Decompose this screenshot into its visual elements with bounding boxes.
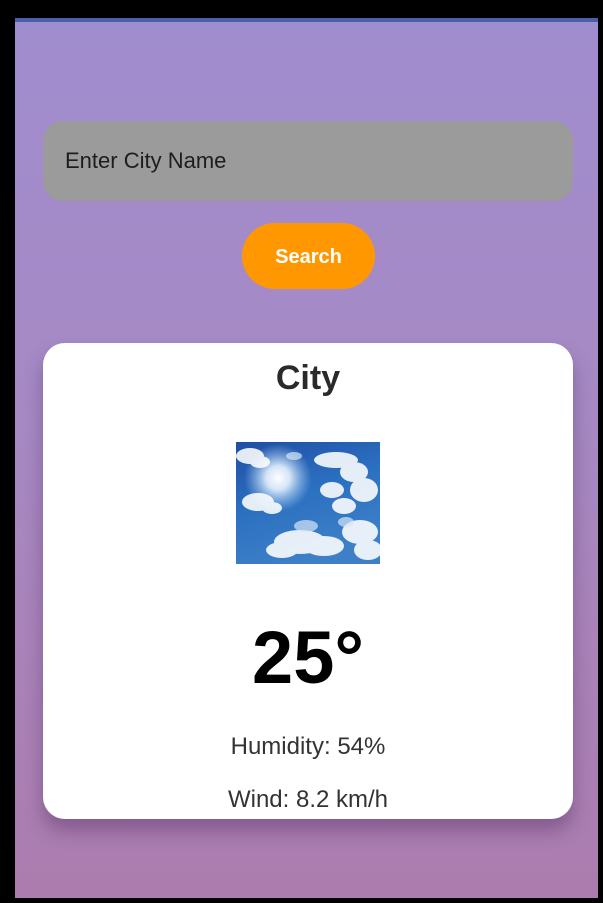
sunny-sky-image	[236, 442, 380, 564]
app-screen: Search City	[15, 18, 598, 898]
temperature-value: 25°	[252, 616, 364, 699]
humidity-text: Humidity: 54%	[230, 733, 386, 760]
city-name: City	[275, 359, 341, 397]
device-frame: Search City	[0, 0, 603, 903]
status-bar-strip	[15, 18, 598, 22]
city-search-input[interactable]	[43, 121, 573, 201]
wind-text: Wind: 8.2 km/h	[227, 786, 389, 813]
search-button[interactable]: Search	[242, 223, 375, 289]
weather-card: City 25° Humidity: 54% Wind: 8.2 km/h	[43, 343, 573, 819]
